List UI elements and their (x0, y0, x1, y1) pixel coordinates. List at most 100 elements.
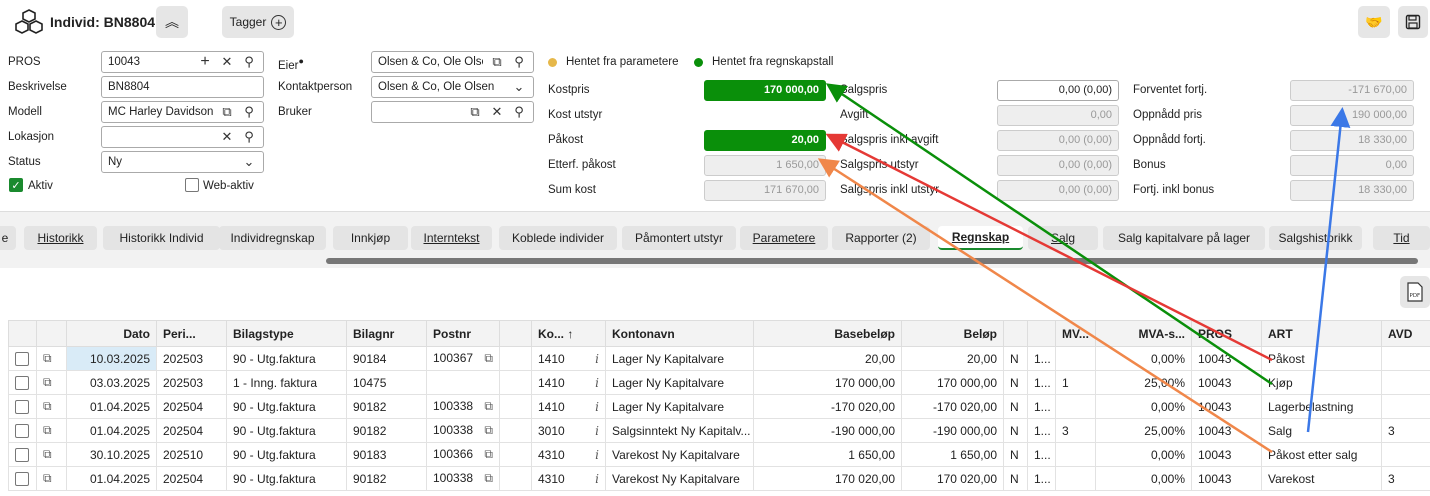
col-avd[interactable]: AVD (1381, 320, 1430, 347)
row-checkbox[interactable] (15, 351, 29, 366)
external-link-icon[interactable]: ⧉ (43, 423, 52, 437)
collapse-button[interactable]: ︽ (156, 6, 188, 38)
row-checkbox[interactable] (15, 471, 29, 486)
info-icon[interactable]: i (595, 376, 599, 390)
tab-innkjop[interactable]: Innkjøp (333, 226, 408, 250)
salgspris-input[interactable]: 0,00 (0,00) (997, 80, 1119, 101)
col-kontonavn[interactable]: Kontonavn (605, 320, 754, 347)
tab-rapporter[interactable]: Rapporter (2) (832, 226, 930, 250)
row-open-cell[interactable]: ⧉ (36, 466, 67, 491)
tab-historikk-individ[interactable]: Historikk Individ (103, 226, 220, 250)
bruker-input[interactable]: ⧉ ✕ ⚲ (371, 101, 534, 123)
row-checkbox[interactable] (15, 447, 29, 462)
external-link-icon[interactable]: ⧉ (43, 399, 52, 413)
info-icon[interactable]: i (595, 448, 599, 462)
eier-input[interactable]: Olsen & Co, Ole Olsen ⧉ ⚲ (371, 51, 534, 73)
tab-koblede-individer[interactable]: Koblede individer (499, 226, 617, 250)
tab-parametere[interactable]: Parametere (740, 226, 828, 250)
modell-input[interactable]: MC Harley Davidson Sport ⧉ ⚲ (101, 101, 264, 123)
row-select-cell[interactable] (8, 394, 37, 419)
status-select[interactable]: Ny ⌄ (101, 151, 264, 173)
col-periode[interactable]: Peri... (156, 320, 227, 347)
tagger-button[interactable]: Tagger + (222, 6, 294, 38)
tab-historikk[interactable]: Historikk (24, 226, 97, 250)
tab-salg[interactable]: Salg (1028, 226, 1098, 250)
col-bilagstype[interactable]: Bilagstype (226, 320, 347, 347)
row-checkbox[interactable] (15, 423, 29, 438)
lokasjon-input[interactable]: ✕ ⚲ (101, 126, 264, 148)
tab-partial[interactable]: e (0, 226, 16, 250)
close-icon[interactable]: ✕ (489, 104, 505, 120)
search-icon[interactable]: ⚲ (241, 129, 257, 145)
external-link-icon[interactable]: ⧉ (219, 104, 235, 120)
external-link-icon[interactable]: ⧉ (43, 351, 52, 365)
table-row[interactable]: ⧉ 30.10.2025 202510 90 - Utg.faktura 90183 10… (8, 442, 1430, 467)
external-link-icon[interactable]: ⧉ (484, 471, 493, 486)
row-open-cell[interactable]: ⧉ (36, 442, 67, 467)
info-icon[interactable]: i (595, 424, 599, 438)
handshake-button[interactable]: 🤝 (1358, 6, 1390, 38)
tab-interntekst[interactable]: Interntekst (411, 226, 492, 250)
table-row[interactable]: ⧉ 01.04.2025 202504 90 - Utg.faktura 90182 10… (8, 394, 1430, 419)
tab-tid[interactable]: Tid (1373, 226, 1430, 250)
row-checkbox[interactable] (15, 375, 29, 390)
col-dato[interactable]: Dato (66, 320, 157, 347)
col-mva-sats[interactable]: MVA-s... (1095, 320, 1192, 347)
row-checkbox[interactable] (15, 399, 29, 414)
external-link-icon[interactable]: ⧉ (467, 104, 483, 120)
kontaktperson-select[interactable]: Olsen & Co, Ole Olsen ⌄ (371, 76, 534, 98)
row-select-cell[interactable] (8, 418, 37, 443)
search-icon[interactable]: ⚲ (241, 104, 257, 120)
col-postnr[interactable]: Postnr (426, 320, 500, 347)
table-row[interactable]: ⧉ 10.03.2025 202503 90 - Utg.faktura 90184 10… (8, 346, 1430, 371)
table-row[interactable]: ⧉ 03.03.2025 202503 1 - Inng. faktura 10475 1… (8, 370, 1430, 395)
external-link-icon[interactable]: ⧉ (43, 375, 52, 389)
col-bilagnr[interactable]: Bilagnr (346, 320, 427, 347)
tab-regnskap[interactable]: Regnskap (938, 226, 1023, 250)
beskrivelse-input[interactable]: BN8804 (101, 76, 264, 98)
external-link-icon[interactable]: ⧉ (484, 351, 493, 366)
col-belop[interactable]: Beløp (901, 320, 1004, 347)
tab-salgshistorikk[interactable]: Salgshistorikk (1269, 226, 1362, 250)
tabs-scrollbar[interactable] (326, 258, 1418, 264)
row-open-cell[interactable]: ⧉ (36, 370, 67, 395)
info-icon[interactable]: i (595, 400, 599, 414)
row-select-cell[interactable] (8, 466, 37, 491)
row-open-cell[interactable]: ⧉ (36, 346, 67, 371)
external-link-icon[interactable]: ⧉ (484, 399, 493, 414)
external-link-icon[interactable]: ⧉ (489, 54, 505, 70)
table-row[interactable]: ⧉ 01.04.2025 202504 90 - Utg.faktura 90182 10… (8, 418, 1430, 443)
row-select-cell[interactable] (8, 370, 37, 395)
col-konto[interactable]: Ko... ↑ (531, 320, 606, 347)
plus-icon[interactable]: + (197, 53, 213, 70)
external-link-icon[interactable]: ⧉ (43, 471, 52, 485)
tab-individregnskap[interactable]: Individregnskap (219, 226, 326, 250)
pros-input[interactable]: 10043 + ✕ ⚲ (101, 51, 264, 73)
table-row[interactable]: ⧉ 01.04.2025 202504 90 - Utg.faktura 90182 10… (8, 466, 1430, 491)
kostpris-value: 170 000,00 (704, 80, 826, 101)
tab-salg-kapitalvare[interactable]: Salg kapitalvare på lager (1103, 226, 1265, 250)
search-icon[interactable]: ⚲ (511, 54, 527, 70)
save-button[interactable] (1398, 6, 1428, 38)
row-open-cell[interactable]: ⧉ (36, 394, 67, 419)
row-open-cell[interactable]: ⧉ (36, 418, 67, 443)
search-icon[interactable]: ⚲ (241, 54, 257, 70)
tab-pamontert-utstyr[interactable]: Påmontert utstyr (622, 226, 736, 250)
search-icon[interactable]: ⚲ (511, 104, 527, 120)
col-mva[interactable]: MV... (1055, 320, 1096, 347)
info-icon[interactable]: i (595, 472, 599, 486)
external-link-icon[interactable]: ⧉ (484, 447, 493, 462)
row-select-cell[interactable] (8, 346, 37, 371)
close-icon[interactable]: ✕ (219, 129, 235, 145)
col-art[interactable]: ART (1261, 320, 1382, 347)
external-link-icon[interactable]: ⧉ (43, 447, 52, 461)
close-icon[interactable]: ✕ (219, 54, 235, 70)
col-basebelop[interactable]: Basebeløp (753, 320, 902, 347)
webaktiv-checkbox[interactable] (185, 178, 199, 192)
external-link-icon[interactable]: ⧉ (484, 423, 493, 438)
row-select-cell[interactable] (8, 442, 37, 467)
aktiv-checkbox[interactable]: ✓ (9, 178, 23, 192)
col-pros[interactable]: PROS (1191, 320, 1262, 347)
pdf-export-button[interactable]: PDF (1400, 276, 1430, 308)
info-icon[interactable]: i (595, 352, 599, 366)
